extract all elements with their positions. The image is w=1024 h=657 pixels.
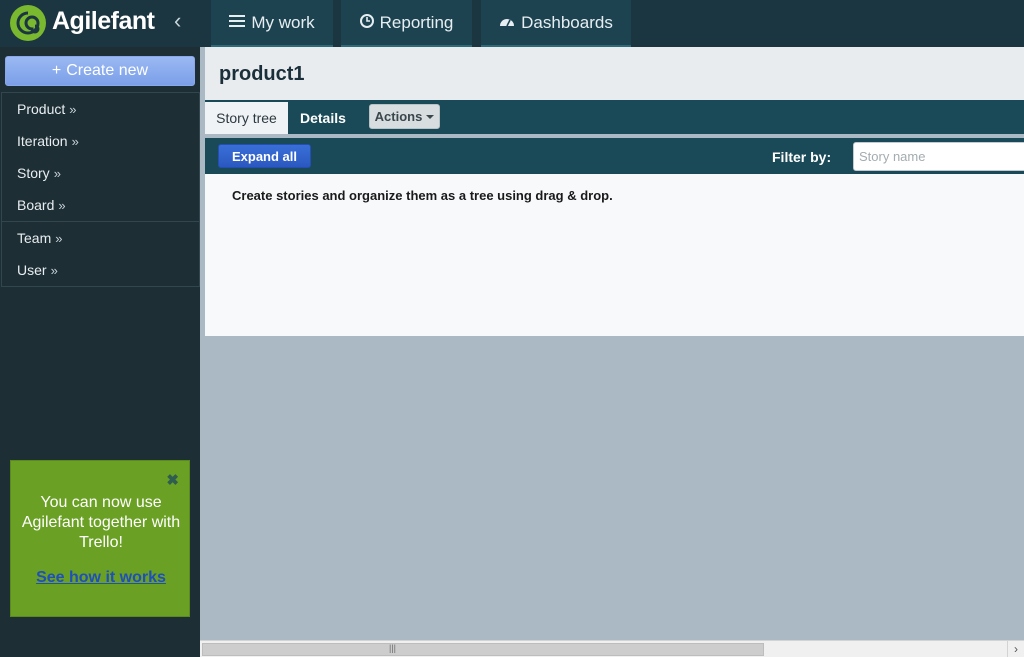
list-icon [229,14,246,32]
menu-item-board[interactable]: Board» [2,189,199,221]
story-tree-toolbar: Expand all Filter by: [205,138,1024,174]
grip-icon: ||| [389,643,397,653]
create-new-label: Create new [66,62,149,79]
story-tree-content: Create stories and organize them as a tr… [205,174,1024,336]
chevron-left-icon[interactable]: ‹ [174,8,181,34]
see-how-link[interactable]: See how it works [11,569,191,587]
page-header: product1 [205,47,1024,100]
scroll-right-arrow-icon[interactable]: › [1007,641,1024,657]
story-name-filter-input[interactable] [853,142,1024,171]
create-new-button[interactable]: + Create new [5,56,195,86]
scrollbar-thumb[interactable]: ||| [202,643,764,656]
nav-tab-my-work[interactable]: My work [211,0,333,47]
menu-item-iteration[interactable]: Iteration» [2,125,199,157]
tab-details[interactable]: Details [300,102,346,134]
tab-story-tree[interactable]: Story tree [205,102,288,134]
nav-tab-label: Dashboards [521,12,613,32]
admin-menu: Team» User» [1,221,200,287]
create-menu: Product» Iteration» Story» Board» [1,92,200,222]
nav-tab-dashboards[interactable]: Dashboards [481,0,631,47]
menu-item-user[interactable]: User» [2,254,199,286]
menu-item-product[interactable]: Product» [2,93,199,125]
actions-label: Actions [374,109,423,124]
page-title: product1 [219,63,305,85]
app-name: Agilefant [52,7,155,35]
expand-all-button[interactable]: Expand all [218,144,311,168]
trello-promo-box: ✖ You can now use Agilefant together wit… [10,460,190,617]
tab-bar: Story tree Details Actions [205,100,1024,134]
top-bar: Agilefant ‹ My work Reporting Dashboards [0,0,1024,47]
empty-tree-message: Create stories and organize them as a tr… [232,188,613,203]
promo-text: You can now use Agilefant together with … [21,494,181,551]
menu-item-story[interactable]: Story» [2,157,199,189]
nav-tab-label: My work [251,12,315,32]
clock-icon [359,13,374,32]
nav-tab-label: Reporting [379,12,454,32]
dashboard-icon [499,14,515,31]
horizontal-scrollbar[interactable]: ||| › [200,640,1024,657]
menu-item-team[interactable]: Team» [2,222,199,254]
close-icon[interactable]: ✖ [166,471,179,489]
actions-dropdown-button[interactable]: Actions [369,104,440,129]
plus-icon: + [51,62,62,79]
nav-tab-reporting[interactable]: Reporting [341,0,472,47]
filter-label: Filter by: [772,149,832,165]
logo-area[interactable]: Agilefant ‹ [0,0,210,47]
caret-down-icon [426,114,435,119]
agilefant-logo-icon [10,5,46,41]
